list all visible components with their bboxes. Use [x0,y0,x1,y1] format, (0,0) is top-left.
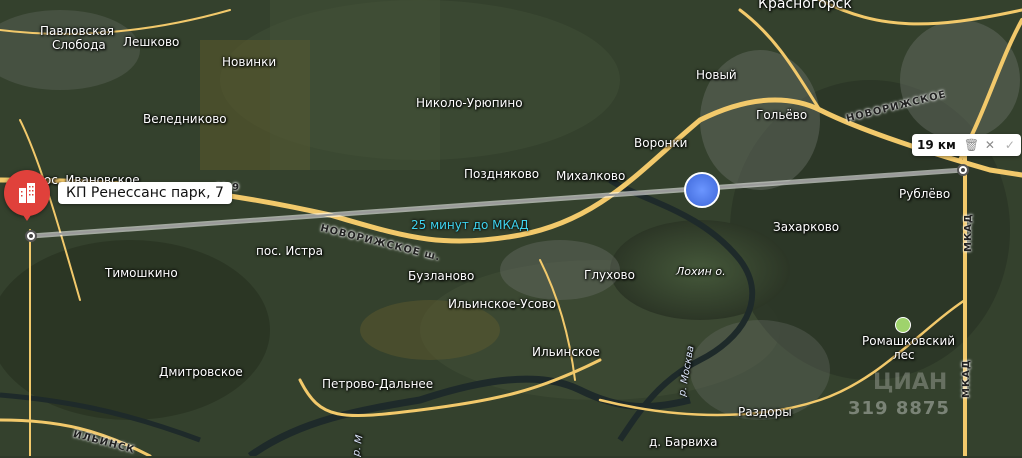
pin-tail [21,212,33,221]
place-zakharkovo: Захарково [773,220,840,234]
park-icon[interactable] [895,317,911,333]
place-krasnogorsk: Красногорск [758,0,852,12]
check-icon[interactable]: ✓ [1004,139,1016,151]
place-pavlovskaya: Павловская [40,24,114,38]
property-pin[interactable] [4,170,50,216]
watermark-logo: ЦИАН [873,370,948,395]
place-ilinskoe: Ильинское [532,345,600,359]
road-mkad-south: МКАД [961,359,972,398]
place-pozdnyakovo: Поздняково [464,167,540,181]
place-glukhovo: Глухово [584,268,635,282]
place-voronki: Воронки [634,136,688,150]
place-romashkovsky-les: лес [893,348,915,362]
place-petrovo-dalnee: Петрово-Дальнее [322,377,434,391]
place-novinki: Новинки [222,55,277,69]
place-istra: пос. Истра [256,244,323,258]
distance-value: 19 км [917,138,956,152]
lake-lokhin: Лохин о. [676,265,726,278]
place-razdory: Раздоры [738,405,792,419]
watermark-phone: 319 8875 [848,398,950,419]
building-icon [19,183,35,203]
place-nikolo-uryupino: Николо-Урюпино [416,96,523,110]
close-icon[interactable]: ✕ [984,139,996,151]
place-golevo: Гольёво [756,108,808,122]
location-highlight[interactable] [684,172,720,208]
place-novy: Новый [696,68,737,82]
place-sloboda: Слобода [52,38,106,52]
road-mkad-north: МКАД [963,213,974,252]
route-time-label: 25 минут до МКАД [411,218,529,232]
place-leshkovo: Лешково [123,35,180,49]
place-mikhalkovo: Михалково [556,169,626,183]
place-ilinskoe-usovo: Ильинское-Усово [448,297,556,311]
place-velednikovo: Веледниково [143,112,227,126]
place-buzlanovo: Бузланово [408,269,475,283]
place-rublevo: Рублёво [899,187,951,201]
distance-box: 19 км 🗑 ✕ ✓ [912,134,1021,156]
measure-start-point[interactable] [25,230,37,242]
place-romashkovsky: Ромашковский [862,334,956,348]
trash-icon[interactable]: 🗑 [964,139,979,151]
place-dmitrovskoe: Дмитровское [159,365,243,379]
property-pin-label[interactable]: КП Ренессанс парк, 7 [58,182,232,204]
place-timoshkino: Тимошкино [105,266,178,280]
measure-end-point[interactable] [957,164,969,176]
place-barviha: д. Барвиха [649,435,718,449]
